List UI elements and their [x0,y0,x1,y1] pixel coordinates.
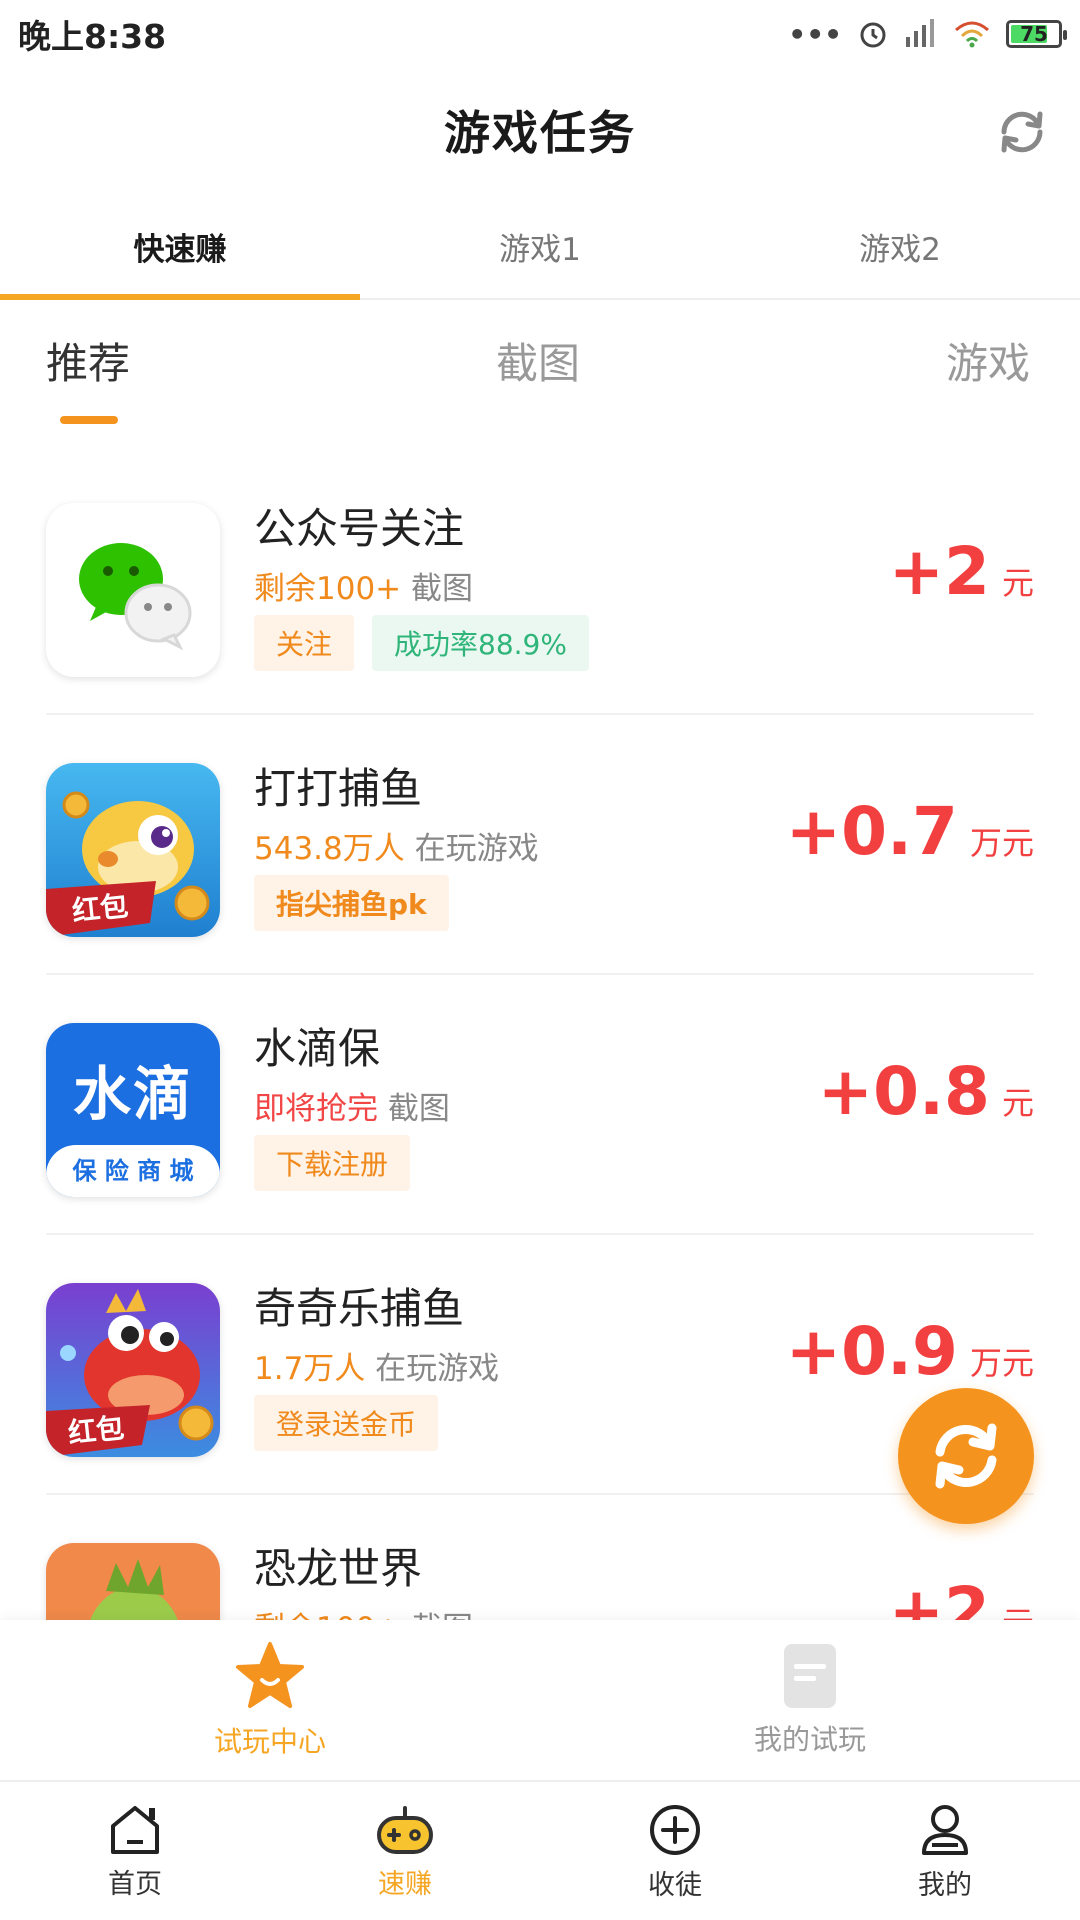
icon-badge-text: 红包 [70,889,130,928]
star-icon [236,1642,304,1708]
title-bar: 游戏任务 [0,70,1080,190]
gamepad-icon [377,1805,433,1854]
status-bar: 晚上8:38 ••• 75 [0,0,1080,68]
alarm-icon [860,22,886,48]
nav-label: 收徒 [648,1869,702,1901]
nav-shoutu[interactable]: 收徒 [540,1784,810,1920]
task-meta: 543.8万人 在玩游戏 [254,831,539,867]
fish-game-icon: 红包 [46,1283,220,1457]
my-trial-button[interactable]: 我的试玩 [540,1620,1080,1780]
task-name: 打打捕鱼 [254,764,423,813]
top-tabs: 快速赚 游戏1 游戏2 [0,195,1080,300]
signal-icon [906,19,934,47]
task-row[interactable]: 恐龙世界 剩余100+ 截图 +2 元 [46,1495,1034,1620]
plus-circle-icon [650,1804,700,1855]
wifi-icon [955,21,989,48]
nav-label: 我的 [918,1869,972,1901]
nav-label: 速赚 [378,1868,432,1900]
tab-game2[interactable]: 游戏2 [720,195,1080,298]
nav-mine[interactable]: 我的 [810,1784,1080,1920]
success-rate-tag: 成功率88.9% [372,615,589,671]
icon-subtext: 保 险 商 城 [46,1145,220,1197]
trial-label: 我的试玩 [753,1723,866,1756]
subtab-recommend[interactable]: 推荐 [46,330,130,391]
task-reward: +0.7 万元 [785,793,1034,870]
icon-text: 水滴 [72,1060,193,1128]
nav-label: 首页 [108,1868,162,1900]
task-meta: 即将抢完 截图 [254,1091,450,1127]
refresh-button[interactable] [992,102,1052,162]
home-icon [111,1805,159,1854]
shuidibao-icon: 水滴 保 险 商 城 [46,1023,220,1197]
status-icons: ••• 75 [788,17,1067,51]
subtab-game[interactable]: 游戏 [946,330,1030,391]
floating-refresh-button[interactable] [898,1388,1034,1524]
nav-suzhuan[interactable]: 速赚 [270,1784,540,1920]
task-tag: 指尖捕鱼pk [254,875,449,931]
status-time: 晚上8:38 [18,17,167,56]
nav-home[interactable]: 首页 [0,1784,270,1920]
tab-kuaisuzhuan[interactable]: 快速赚 [0,195,360,300]
trial-center-button[interactable]: 试玩中心 [0,1620,540,1780]
task-meta: 1.7万人 在玩游戏 [254,1351,500,1387]
document-icon [784,1644,836,1708]
task-tag: 登录送金币 [254,1395,439,1451]
trial-label: 试玩中心 [213,1725,326,1758]
more-dots-icon: ••• [788,17,842,51]
task-tag: 关注 [254,615,355,671]
subtab-indicator [60,416,118,424]
task-tags: 关注 成功率88.9% [254,615,589,671]
dinosaur-game-icon [46,1543,220,1620]
refresh-icon [1001,111,1043,153]
task-row[interactable]: 红包 奇奇乐捕鱼 1.7万人 在玩游戏 登录送金币 +0.9 万元 [46,1235,1034,1495]
task-name: 奇奇乐捕鱼 [254,1284,465,1333]
task-reward: +0.9 万元 [785,1313,1034,1390]
tab-game1[interactable]: 游戏1 [360,195,720,298]
refresh-icon [935,1423,997,1489]
page-title: 游戏任务 [444,106,636,160]
task-meta: 剩余100+ 截图 [254,1603,473,1620]
wechat-icon [46,503,220,677]
task-reward: +2 元 [888,533,1034,610]
task-row[interactable]: 红包 打打捕鱼 543.8万人 在玩游戏 指尖捕鱼pk +0.7 万元 [46,715,1034,975]
task-tags: 下载注册 [254,1135,411,1191]
fish-game-icon: 红包 [46,763,220,937]
icon-badge-text: 红包 [66,1411,126,1450]
task-name: 公众号关注 [254,504,465,553]
task-row[interactable]: 水滴 保 险 商 城 水滴保 即将抢完 截图 下载注册 +0.8 元 [46,975,1034,1235]
trial-bar: 试玩中心 我的试玩 [0,1620,1080,1782]
task-name: 恐龙世界 [254,1544,423,1593]
task-reward: +2 元 [888,1573,1034,1620]
task-row[interactable]: 公众号关注 剩余100+ 截图 关注 成功率88.9% +2 元 [46,455,1034,715]
battery-icon: 75 [1006,20,1067,48]
task-tag: 下载注册 [254,1135,411,1191]
sub-tabs: 推荐 截图 游戏 [0,300,1080,430]
task-reward: +0.8 元 [817,1053,1034,1130]
bottom-nav: 首页 速赚 收徒 我的 [0,1784,1080,1920]
user-icon [922,1804,968,1855]
subtab-screenshot[interactable]: 截图 [496,330,580,391]
task-tags: 指尖捕鱼pk [254,875,449,931]
task-name: 水滴保 [254,1024,381,1073]
task-meta: 剩余100+ 截图 [254,571,474,607]
task-tags: 登录送金币 [254,1395,439,1451]
